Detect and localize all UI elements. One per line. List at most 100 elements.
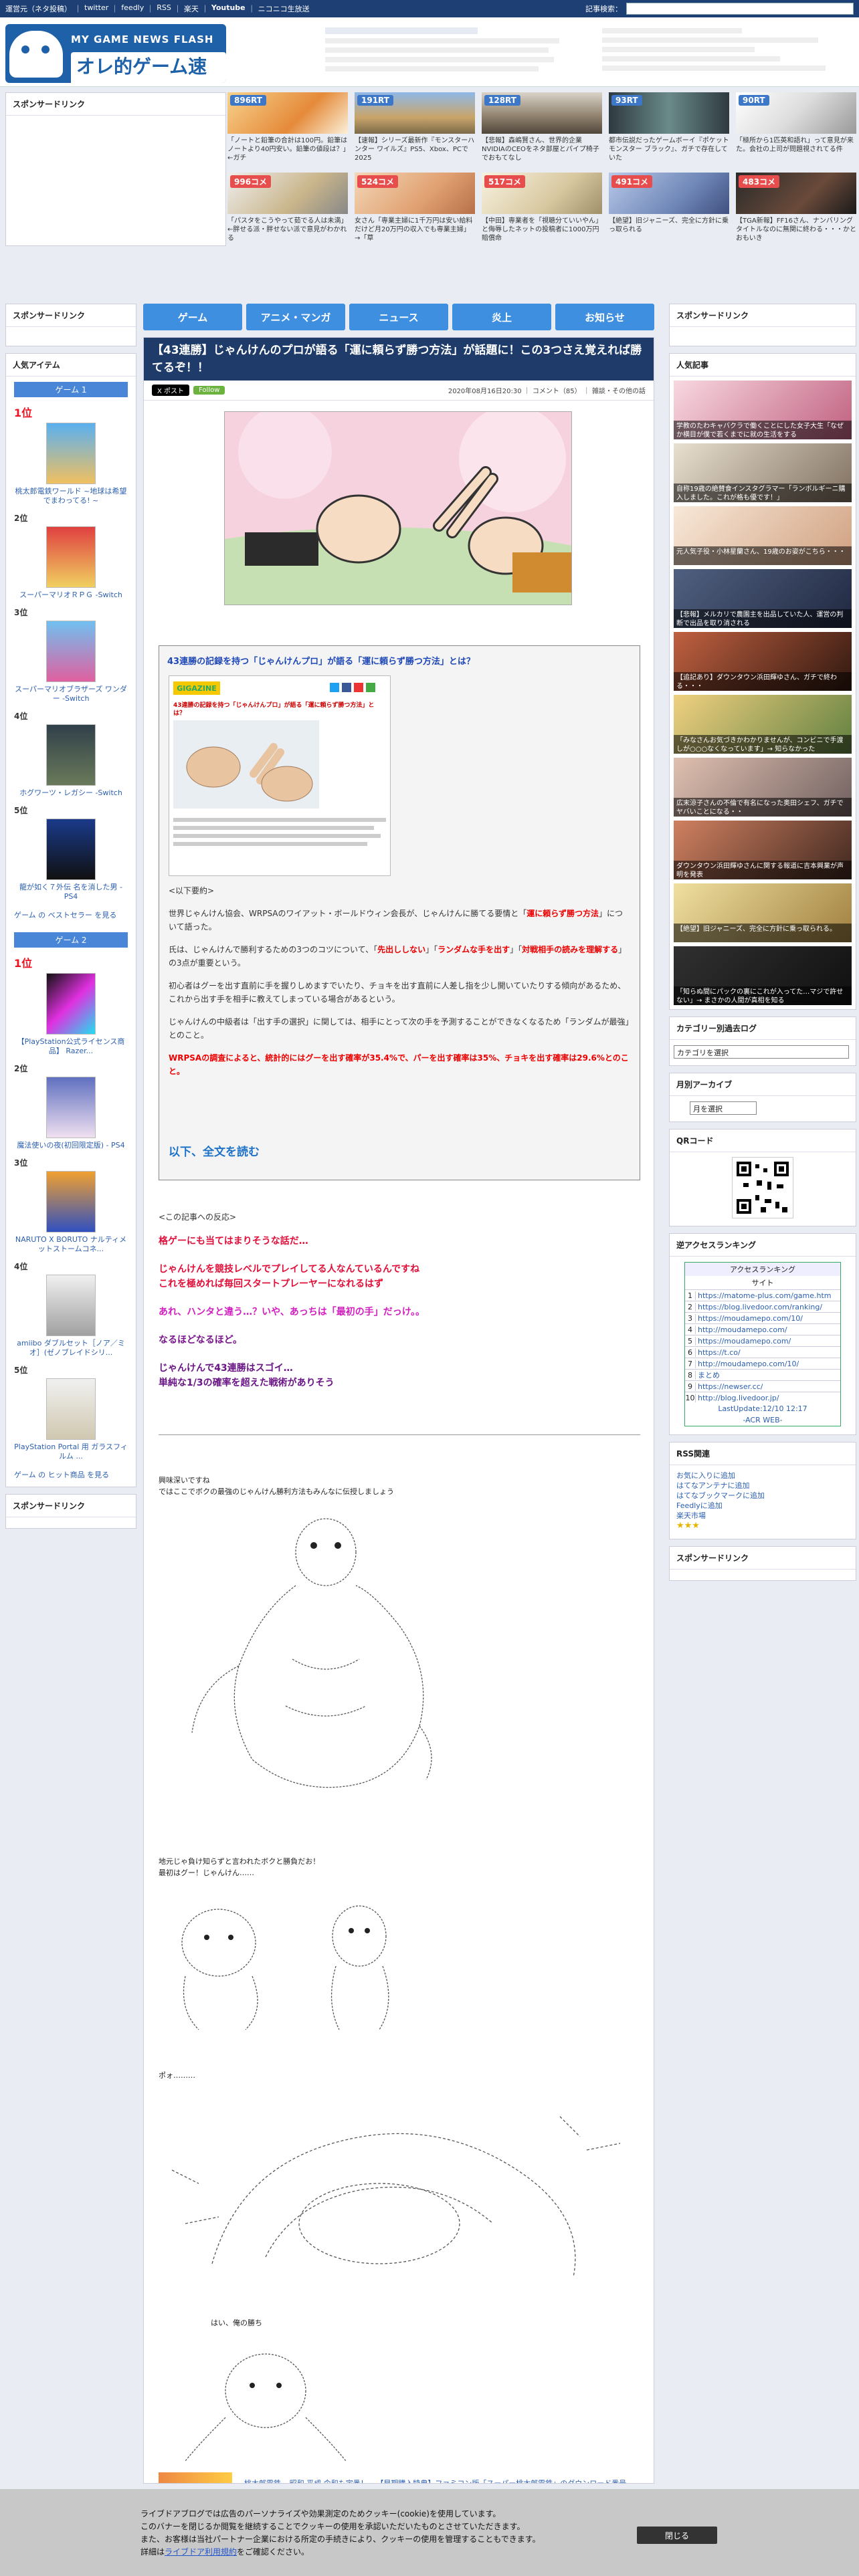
ranking-row[interactable]: 3 https://moudamepo.com/10/ [685, 1312, 840, 1323]
ranking-row[interactable]: 7 http://moudamepo.com/10/ [685, 1358, 840, 1369]
read-more-link[interactable]: 以下、全文を読む [169, 1142, 260, 1159]
thumb-item[interactable]: 483コメ 【TGA新報】FF16さん、ナンバリングタイトルなのに無関に終わる・… [736, 173, 856, 247]
hit-products-link[interactable]: ゲーム の ヒット商品 を見る [6, 1467, 136, 1487]
rank-item[interactable]: 2位 スーパーマリオＲＰＧ -Switch [6, 511, 136, 605]
cookie-close-button[interactable]: 閉じる [637, 2527, 717, 2544]
nav-flame[interactable]: 炎上 [452, 304, 551, 330]
rank-item[interactable]: 3位 NARUTO X BORUTO ナルティメットストームコネ... [6, 1156, 136, 1259]
aa-caption-4: はい、俺の勝ち [211, 2319, 262, 2327]
product-image[interactable] [46, 1275, 96, 1336]
popular-article[interactable]: 「みなさんお気づきかわかりませんが、コンビニで手渡しが○○○なくなっています」→… [674, 695, 852, 754]
trending-thumbnails: 896RT 「ノートと鉛筆の合計は100円。鉛筆はノートより40円安い。鉛筆の値… [227, 92, 859, 249]
category-select[interactable]: カテゴリを選択 [674, 1045, 849, 1059]
rank-item[interactable]: 5位 龍が如く７外伝 名を消した男 - PS4 [6, 803, 136, 907]
feedly-follow-button[interactable]: Follow [193, 386, 225, 395]
rss-link-rakuten[interactable]: 楽天市場 [676, 1511, 849, 1521]
rank-head-game2[interactable]: ゲーム 2 [14, 932, 128, 948]
top-link-feedly[interactable]: feedly [121, 3, 144, 14]
thumb-item[interactable]: 191RT 【速報】シリーズ最新作『モンスターハンター ワイルズ』PS5、Xbo… [355, 92, 475, 167]
rank-head-game1[interactable]: ゲーム 1 [14, 382, 128, 397]
product-banner[interactable] [159, 2472, 232, 2483]
right-sponsor-2: スポンサードリンク [669, 1546, 856, 1581]
thumb-item[interactable]: 93RT 都市伝説だったゲームボーイ『ポケットモンスター ブラック』、ガチで存在… [609, 92, 729, 167]
twitter-icon [330, 683, 339, 692]
ranking-row[interactable]: 1 https://matome-plus.com/game.htm [685, 1289, 840, 1301]
thumb-item[interactable]: 128RT 【悲報】森嶋賢さん、世界的企業NVIDIAのCEOをネタ部屋とパイプ… [482, 92, 602, 167]
popular-article[interactable]: ダウンタウン浜田輝ゆさんに関する報道に吉本興業が声明を発表 [674, 821, 852, 879]
reaction-1: 格ゲーにも当てはまりそうな話だ… [159, 1236, 308, 1247]
thumb-item[interactable]: 90RT 「極所から1匹英和語れ」って意見が来た。会社の上司が問題視されてる件 [736, 92, 856, 167]
thumb-item[interactable]: 896RT 「ノートと鉛筆の合計は100円。鉛筆はノートより40円安い。鉛筆の値… [227, 92, 348, 167]
top-link-rakuten[interactable]: 楽天 [184, 3, 199, 14]
product-image[interactable] [46, 1378, 96, 1440]
acr-web-link[interactable]: -ACR WEB- [685, 1414, 840, 1426]
popular-article[interactable]: 広末涼子さんの不倫で有名になった奥田シェフ、ガチでヤバいことになる・・ [674, 758, 852, 817]
product-image[interactable] [46, 724, 96, 786]
top-link-niconico[interactable]: ニコニコ生放送 [258, 3, 310, 14]
article-meta: X ポスト Follow 2020年08月16日20:30 ｜ コメント（85）… [144, 381, 654, 401]
popular-articles: 人気記事 学教のたわキャバクラで働くことにした女子大生「なぜか横目が僕で若くまで… [669, 353, 856, 1010]
rss-link-hatena-bookmark[interactable]: はてなブックマークに追加 [676, 1491, 849, 1501]
product-image[interactable] [46, 526, 96, 588]
month-select[interactable]: 月を選択 [690, 1101, 757, 1115]
ranking-row[interactable]: 5 https://moudamepo.com/ [685, 1335, 840, 1346]
popular-article[interactable]: 学教のたわキャバクラで働くことにした女子大生「なぜか横目が僕で若くまでに就の生活… [674, 381, 852, 439]
ranking-row[interactable]: 2 https://blog.livedoor.com/ranking/ [685, 1301, 840, 1312]
rss-link-hatena-antenna[interactable]: はてなアンテナに追加 [676, 1481, 849, 1491]
thumb-item[interactable]: 524コメ 女さん「専業主婦に1千万円は安い給料だけど月20万円の収入でも専業主… [355, 173, 475, 247]
cookie-text: ライブドアブログでは広告のパーソナライズや効果測定のためクッキー(cookie)… [140, 2509, 541, 2557]
site-logo[interactable]: MY GAME NEWS FLASH オレ的ゲーム速報@JIN [5, 24, 226, 83]
rss-link-feedly[interactable]: Feedlyに追加 [676, 1501, 849, 1511]
rank-item[interactable]: 2位 魔法使いの夜(初回限定版) - PS4 [6, 1061, 136, 1156]
nav-news[interactable]: ニュース [349, 304, 448, 330]
top-link-rss[interactable]: RSS [157, 3, 171, 14]
right-column: スポンサードリンク 人気記事 学教のたわキャバクラで働くことにした女子大生「なぜ… [669, 304, 856, 1588]
ranking-row[interactable]: 9 https://newser.cc/ [685, 1380, 840, 1392]
popular-article[interactable]: 自称19歳の絶賛食インスタグラマー「ランボルギーニ購入しました。これが格も優です… [674, 443, 852, 502]
product-link[interactable]: 桃太郎電鉄 ~昭和 平成 令和も定番！~ 【早期購入特典】ファミコン版「スーパー… [244, 2478, 626, 2483]
thumb-item[interactable]: 491コメ 【絶望】旧ジャニーズ、完全に方針に乗っ取られる [609, 173, 729, 247]
thumb-item[interactable]: 517コメ 【中田】専業者を「視聴分ていいやん」と侮辱したネットの投稿者に100… [482, 173, 602, 247]
share-x-button[interactable]: X ポスト [152, 385, 190, 396]
popular-article[interactable]: 【追記あり】ダウンタウン浜田輝ゆさん、ガチで終わる・・・ [674, 632, 852, 691]
product-image[interactable] [46, 423, 96, 484]
popular-article[interactable]: 【絶望】旧ジャニーズ、完全に方針に乗っ取られる。 [674, 883, 852, 942]
ranking-row[interactable]: 10 http://blog.livedoor.jp/ [685, 1392, 840, 1403]
nav-anime[interactable]: アニメ・マンガ [246, 304, 345, 330]
popular-article[interactable]: 【悲報】メルカリで農園主を出品していた人、運営の判断で出品を取り消される [674, 569, 852, 628]
product-image[interactable] [46, 819, 96, 880]
product-image[interactable] [46, 621, 96, 682]
rank-item[interactable]: 3位 スーパーマリオブラザーズ ワンダー -Switch [6, 605, 136, 709]
ranking-row[interactable]: 8 まとめ [685, 1369, 840, 1380]
popular-article[interactable]: 元人気子役・小林星蘭さん、19歳のお姿がこちら・・・ [674, 506, 852, 565]
top-link-youtube[interactable]: Youtube [211, 3, 246, 14]
ranking-row[interactable]: 4 http://moudamepo.com/ [685, 1323, 840, 1335]
popular-article[interactable]: 「知らぬ間にパックの裏にこれが入ってた…マジで許せない」→ まさかの人間が真相を… [674, 946, 852, 1005]
top-link-contact[interactable]: 運営元（ネタ投稿） [5, 3, 72, 14]
quote-title[interactable]: 43連勝の記録を持つ「じゃんけんプロ」が語る「運に頼らず勝つ方法」とは？ [159, 646, 640, 675]
qr-code-icon [732, 1157, 793, 1218]
product-image[interactable] [46, 1171, 96, 1232]
popular-items: 人気アイテム ゲーム 1 1位 桃太郎電鉄ワールド ~地球は希望でまわってる! … [5, 353, 136, 1487]
rank-item[interactable]: 4位 amiibo ダブルセット［ノア／ミオ］(ゼノブレイドシリ... [6, 1259, 136, 1363]
ranking-row[interactable]: 6 https://t.co/ [685, 1346, 840, 1358]
thumb-item[interactable]: 996コメ 「パスタをこうやって茹でる人は未満」←胖せる派・胖せない派で意見がわ… [227, 173, 348, 247]
nav-game[interactable]: ゲーム [143, 304, 242, 330]
search-input[interactable] [626, 3, 854, 15]
top-link-twitter[interactable]: twitter [84, 3, 108, 14]
source-screenshot[interactable]: GIGAZINE 43連勝の記録を持つ「じゃんけんプロ」が語る「運に頼らず勝つ方… [169, 675, 391, 876]
article-title[interactable]: 【43連勝】じゃんけんのプロが語る「運に頼らず勝つ方法」が話題に！この3つさえ覚… [144, 338, 654, 381]
nav-info[interactable]: お知らせ [555, 304, 654, 330]
product-image[interactable] [46, 1077, 96, 1138]
rss-link-favorite[interactable]: お気に入りに追加 [676, 1471, 849, 1481]
bestseller-link[interactable]: ゲーム の ベストセラー を見る [6, 907, 136, 927]
rank-item[interactable]: 1位 桃太郎電鉄ワールド ~地球は希望でまわってる! ~ [6, 403, 136, 511]
logo-subtitle: MY GAME NEWS FLASH [71, 33, 214, 45]
product-image[interactable] [46, 973, 96, 1035]
category-archive: カテゴリー別過去ログ カテゴリを選択 [669, 1016, 856, 1066]
rank-item[interactable]: 4位 ホグワーツ・レガシー -Switch [6, 709, 136, 803]
rank-item[interactable]: 5位 PlayStation Portal 用 ガラスフィルム ... [6, 1363, 136, 1467]
left-column: スポンサードリンク 人気アイテム ゲーム 1 1位 桃太郎電鉄ワールド ~地球は… [5, 304, 136, 1535]
terms-link[interactable]: ライブドア利用規約 [165, 2547, 237, 2557]
rank-item[interactable]: 1位 【PlayStation公式ライセンス商品】 Razer... [6, 953, 136, 1061]
